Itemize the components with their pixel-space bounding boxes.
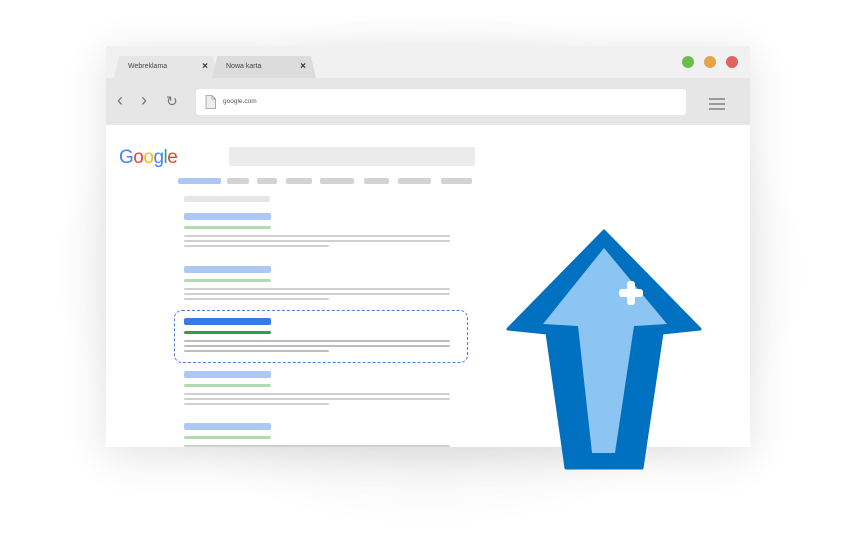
up-arrow-icon	[506, 229, 702, 470]
